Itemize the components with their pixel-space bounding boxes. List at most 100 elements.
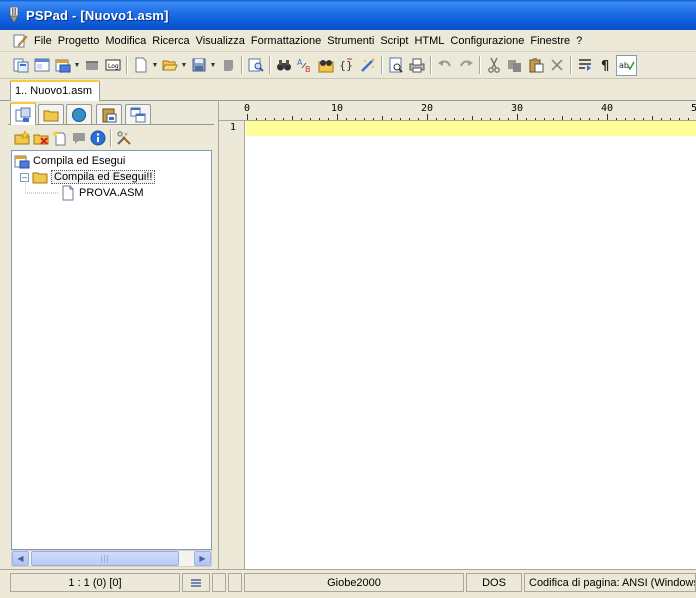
menu-modifica[interactable]: Modifica: [105, 35, 152, 47]
new-file-dropdown-icon[interactable]: ▼: [151, 55, 159, 76]
minimize-icon[interactable]: [81, 55, 102, 76]
svg-text:Log: Log: [108, 63, 119, 70]
status-line-endings[interactable]: DOS: [466, 573, 522, 592]
bracket-icon[interactable]: {}: [336, 55, 357, 76]
word-wrap-icon[interactable]: [574, 55, 595, 76]
ruler-tick: [544, 118, 545, 120]
title-bar[interactable]: PSPad - [Nuovo1.asm]: [0, 0, 696, 30]
ruler-tick: [328, 118, 329, 120]
menu-help[interactable]: ?: [576, 35, 588, 47]
menu-html[interactable]: HTML: [414, 35, 450, 47]
tab-nuovo1-asm[interactable]: 1.. Nuovo1.asm: [10, 80, 100, 101]
ruler-tick: [265, 118, 266, 120]
menu-script[interactable]: Script: [380, 35, 414, 47]
column-ruler: 0 10 20 30 40 5: [219, 101, 696, 121]
ruler-tick: [580, 118, 581, 120]
svg-text:{}: {}: [339, 59, 353, 72]
spellcheck-icon[interactable]: [357, 55, 378, 76]
cut-icon[interactable]: [483, 55, 504, 76]
ruler-tick: [643, 118, 644, 120]
properties-icon[interactable]: [31, 55, 52, 76]
ruler-tick: [355, 118, 356, 120]
ruler-tick: [670, 118, 671, 120]
ruler-label: 30: [511, 103, 524, 114]
menu-configurazione[interactable]: Configurazione: [450, 35, 530, 47]
status-wrap-indicator[interactable]: [182, 573, 210, 592]
ruler-tick: [607, 114, 608, 120]
ruler-tick: [256, 118, 257, 120]
comment-icon[interactable]: [69, 128, 88, 149]
main-toolbar: ▼ Log ▼ ▼ ▼ AB {} ¶ ab: [0, 52, 696, 79]
find-replace-icon[interactable]: AB: [294, 55, 315, 76]
save-dropdown-icon[interactable]: ▼: [209, 55, 217, 76]
ruler-tick: [616, 118, 617, 120]
document-edit-icon[interactable]: [12, 33, 28, 49]
globe-tab-icon[interactable]: [66, 104, 92, 124]
add-folder-icon[interactable]: [12, 128, 31, 149]
clipboard-tab-icon[interactable]: [96, 104, 122, 124]
project-panel-tabs: [8, 101, 214, 125]
svg-text:ab: ab: [619, 61, 629, 70]
tree-horizontal-scrollbar[interactable]: ◀ ||| ▶: [11, 550, 212, 567]
save-icon[interactable]: [188, 55, 209, 76]
ruler-tick: [364, 118, 365, 120]
menu-progetto[interactable]: Progetto: [58, 35, 106, 47]
new-project-dropdown-icon[interactable]: ▼: [73, 55, 81, 76]
project-tab-icon[interactable]: [10, 102, 36, 125]
scroll-thumb[interactable]: |||: [31, 551, 179, 566]
menu-formattazione[interactable]: Formattazione: [251, 35, 327, 47]
menu-file[interactable]: File: [34, 35, 58, 47]
menu-bar: File Progetto Modifica Ricerca Visualizz…: [0, 30, 696, 52]
folder-tab-icon[interactable]: [38, 104, 64, 124]
undo-icon[interactable]: [434, 55, 455, 76]
pilcrow-icon[interactable]: ¶: [595, 55, 616, 76]
ruler-label: 5: [691, 103, 696, 114]
status-encoding[interactable]: Codifica di pagina: ANSI (Windows): [524, 573, 696, 592]
copy-icon[interactable]: [504, 55, 525, 76]
save-all-icon[interactable]: [217, 55, 238, 76]
print-icon[interactable]: [406, 55, 427, 76]
ruler-tick: [499, 118, 500, 120]
menu-strumenti[interactable]: Strumenti: [327, 35, 380, 47]
spell-icon[interactable]: ab: [616, 54, 637, 76]
menu-finestre[interactable]: Finestre: [530, 35, 576, 47]
ruler-tick: [337, 114, 338, 120]
new-project-icon[interactable]: [52, 55, 73, 76]
ruler-tick: [454, 118, 455, 120]
project-icon[interactable]: [10, 55, 31, 76]
window-title: PSPad - [Nuovo1.asm]: [26, 7, 169, 23]
info-icon[interactable]: [88, 128, 107, 149]
open-file-icon[interactable]: [159, 55, 180, 76]
ruler-tick: [382, 116, 383, 120]
svg-text:A: A: [297, 58, 303, 67]
tools-icon[interactable]: [114, 128, 133, 149]
project-tree[interactable]: Compila ed Esegui – Compila ed Esegui!! …: [11, 150, 212, 550]
scroll-left-icon[interactable]: ◀: [12, 551, 29, 566]
menu-ricerca[interactable]: Ricerca: [152, 35, 195, 47]
menu-visualizza[interactable]: Visualizza: [196, 35, 251, 47]
status-cursor-position: 1 : 1 (0) [0]: [10, 573, 180, 592]
add-file-icon[interactable]: [50, 128, 69, 149]
preview-icon[interactable]: [385, 55, 406, 76]
scroll-right-icon[interactable]: ▶: [194, 551, 211, 566]
print-preview-icon[interactable]: [245, 55, 266, 76]
paste-icon[interactable]: [525, 55, 546, 76]
delete-icon[interactable]: [546, 55, 567, 76]
ruler-tick: [418, 118, 419, 120]
status-bar: 1 : 1 (0) [0] Giobe2000 DOS Codifica di …: [0, 569, 696, 598]
tree-connector-line: [25, 181, 59, 194]
tree-file[interactable]: PROVA.ASM: [60, 185, 144, 201]
redo-icon[interactable]: [455, 55, 476, 76]
binoculars-icon[interactable]: [273, 55, 294, 76]
log-icon[interactable]: Log: [102, 55, 123, 76]
ruler-tick: [661, 118, 662, 120]
status-user: Giobe2000: [244, 573, 464, 592]
find-in-files-icon[interactable]: [315, 55, 336, 76]
remove-folder-icon[interactable]: [31, 128, 50, 149]
editor-area[interactable]: 0 10 20 30 40 5 1: [218, 101, 696, 569]
open-file-dropdown-icon[interactable]: ▼: [180, 55, 188, 76]
current-line-highlight[interactable]: [246, 121, 696, 136]
new-file-icon[interactable]: [130, 55, 151, 76]
windows-tab-icon[interactable]: [125, 104, 151, 124]
tree-root[interactable]: Compila ed Esegui: [14, 153, 125, 169]
